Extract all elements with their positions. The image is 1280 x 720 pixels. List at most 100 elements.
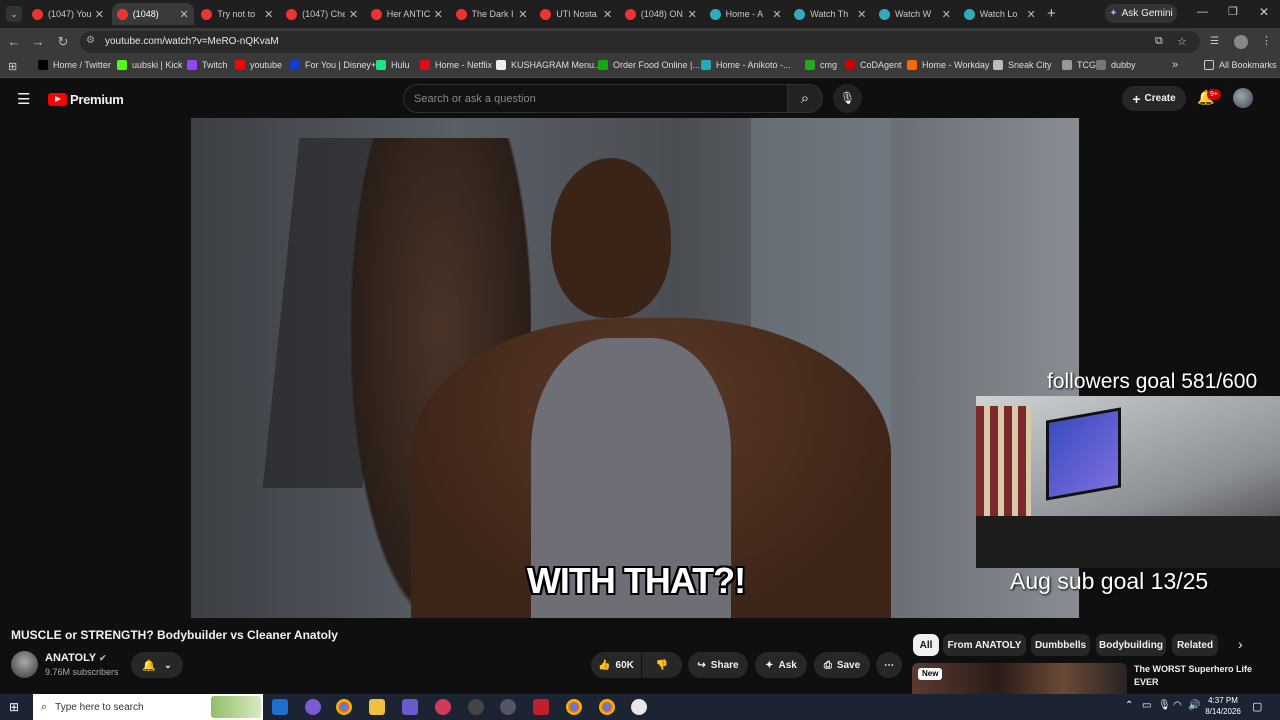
forward-icon[interactable]: →	[30, 34, 46, 49]
taskbar-app-icon-7[interactable]	[533, 699, 549, 715]
restore-icon[interactable]: ❐	[1228, 5, 1238, 18]
volume-icon[interactable]: 🔊	[1188, 700, 1200, 711]
tab-6[interactable]: UTI Nosta ✕	[535, 3, 617, 25]
bookmark-star-icon[interactable]: ☆	[1177, 35, 1187, 48]
tab-2[interactable]: Try not to ✕	[196, 3, 278, 25]
bookmark-11[interactable]: CoDAgent	[845, 60, 902, 70]
more-bookmarks-icon[interactable]: »	[1172, 59, 1178, 71]
chrome-taskbar-icon[interactable]	[336, 699, 352, 715]
recommended-thumbnail[interactable]: New	[912, 663, 1127, 694]
filter-chip-3[interactable]: Bodybuilding	[1096, 634, 1166, 656]
tab-search-icon[interactable]: ⌄	[6, 6, 22, 22]
tab-5[interactable]: The Dark I ✕	[451, 3, 533, 25]
tab-close-icon[interactable]: ✕	[95, 8, 104, 21]
tab-close-icon[interactable]: ✕	[603, 8, 612, 21]
close-window-icon[interactable]: ✕	[1259, 5, 1269, 19]
reading-list-icon[interactable]: ☰	[1210, 36, 1219, 47]
channel-name-row[interactable]: ANATOLY ✔	[45, 652, 107, 664]
ask-button[interactable]: ✦ Ask	[755, 652, 807, 678]
all-bookmarks-folder[interactable]: All Bookmarks	[1204, 60, 1277, 70]
bookmark-2[interactable]: Twitch	[187, 60, 228, 70]
tab-close-icon[interactable]: ✕	[349, 8, 358, 21]
tray-overflow-icon[interactable]: ⌃	[1125, 700, 1133, 711]
taskbar-app-icon-1[interactable]	[272, 699, 288, 715]
youtube-logo[interactable]: Premium	[48, 92, 124, 107]
taskbar-app-icon-5[interactable]	[468, 699, 484, 715]
taskbar-app-icon-3[interactable]	[402, 699, 418, 715]
bookmark-4[interactable]: For You | Disney+	[290, 60, 376, 70]
tab-close-icon[interactable]: ✕	[942, 8, 951, 21]
network-icon[interactable]: ▭	[1142, 700, 1151, 711]
ask-gemini-button[interactable]: ✦ Ask Gemini	[1105, 4, 1177, 23]
back-icon[interactable]: ←	[6, 34, 22, 49]
taskbar-clock[interactable]: 4:37 PM 8/14/2026	[1203, 695, 1243, 717]
tab-3[interactable]: (1047) Che ✕	[281, 3, 363, 25]
chrome-taskbar-icon-2[interactable]	[566, 699, 582, 715]
filter-chip-0[interactable]: All	[913, 634, 939, 656]
windows-start-icon[interactable]: ⊞	[9, 700, 19, 714]
bookmark-13[interactable]: Sneak City	[993, 60, 1052, 70]
tab-close-icon[interactable]: ✕	[264, 8, 273, 21]
voice-search-button[interactable]: 🎙	[833, 84, 862, 113]
url-box[interactable]: ⚙ youtube.com/watch?v=MeRO-nQKvaM ⧉ ☆	[80, 31, 1200, 53]
tab-10[interactable]: Watch W ✕	[874, 3, 956, 25]
channel-avatar[interactable]	[11, 651, 38, 678]
tab-close-icon[interactable]: ✕	[434, 8, 443, 21]
filter-chip-4[interactable]: Related	[1172, 634, 1218, 656]
tab-close-icon[interactable]: ✕	[1026, 8, 1035, 21]
install-app-icon[interactable]: ⧉	[1155, 35, 1163, 48]
tab-close-icon[interactable]: ✕	[518, 8, 527, 21]
new-tab-icon[interactable]: +	[1047, 5, 1056, 22]
bookmark-5[interactable]: Hulu	[376, 60, 410, 70]
bookmark-12[interactable]: Home - Workday	[907, 60, 989, 70]
tab-11[interactable]: Watch Lo ✕	[959, 3, 1041, 25]
reload-icon[interactable]: ↻	[55, 34, 71, 50]
search-button[interactable]: ⌕	[787, 84, 823, 113]
site-info-icon[interactable]: ⚙	[86, 35, 95, 46]
bookmark-1[interactable]: uubski | Kick	[117, 60, 182, 70]
like-button[interactable]: 👍 60K	[591, 652, 641, 678]
taskbar-search-input[interactable]: ⌕ Type here to search	[33, 694, 263, 720]
filter-chip-2[interactable]: Dumbbells	[1031, 634, 1090, 656]
clock-app-icon[interactable]	[631, 699, 647, 715]
tab-close-icon[interactable]: ✕	[772, 8, 781, 21]
tab-7[interactable]: (1048) ON ✕	[620, 3, 702, 25]
recommended-title[interactable]: The WORST Superhero Life EVER	[1134, 663, 1264, 689]
video-player[interactable]: WITH THAT?! followers goal 581/600 Aug s…	[0, 118, 1280, 618]
tab-close-icon[interactable]: ✕	[179, 8, 188, 21]
chips-next-icon[interactable]: ›	[1238, 636, 1243, 652]
bookmark-6[interactable]: Home - Netflix	[420, 60, 492, 70]
create-button[interactable]: + Create	[1122, 86, 1186, 111]
account-avatar[interactable]	[1233, 88, 1253, 108]
share-button[interactable]: ↪ Share	[688, 652, 748, 678]
profile-avatar-icon[interactable]	[1234, 35, 1248, 49]
more-actions-button[interactable]: ⋯	[876, 652, 902, 678]
chrome-menu-icon[interactable]: ⋮	[1261, 34, 1272, 47]
tab-8[interactable]: Home - A ✕	[705, 3, 787, 25]
apps-grid-icon[interactable]: ⊞	[8, 60, 17, 73]
filter-chip-1[interactable]: From ANATOLY	[943, 634, 1026, 656]
tab-9[interactable]: Watch Th ✕	[789, 3, 871, 25]
bookmark-3[interactable]: youtube	[235, 60, 282, 70]
hamburger-menu-icon[interactable]: ☰	[17, 90, 30, 108]
minimize-icon[interactable]: —	[1197, 6, 1208, 18]
tab-close-icon[interactable]: ✕	[857, 8, 866, 21]
search-input[interactable]: Search or ask a question	[403, 84, 787, 113]
bookmark-10[interactable]: cmg	[805, 60, 837, 70]
tab-4[interactable]: Her ANTIC ✕	[366, 3, 448, 25]
subscribed-button[interactable]: 🔔 ⌄	[131, 652, 183, 678]
wifi-icon[interactable]: ◠	[1173, 700, 1182, 711]
file-explorer-icon[interactable]	[369, 699, 385, 715]
tab-0[interactable]: (1047) You ✕	[27, 3, 109, 25]
save-button[interactable]: ⎙ Save	[814, 652, 870, 678]
taskbar-app-icon-2[interactable]	[305, 699, 321, 715]
bookmark-15[interactable]: dubby	[1096, 60, 1136, 70]
dislike-button[interactable]: 👎	[642, 652, 682, 678]
taskbar-app-icon-6[interactable]	[500, 699, 516, 715]
taskbar-app-icon-4[interactable]	[435, 699, 451, 715]
bookmark-0[interactable]: Home / Twitter	[38, 60, 111, 70]
chrome-taskbar-icon-3[interactable]	[599, 699, 615, 715]
video-frame[interactable]: WITH THAT?!	[191, 118, 1079, 618]
bookmark-7[interactable]: KUSHAGRAM Menu...	[496, 60, 602, 70]
bookmark-8[interactable]: Order Food Online |...	[598, 60, 700, 70]
